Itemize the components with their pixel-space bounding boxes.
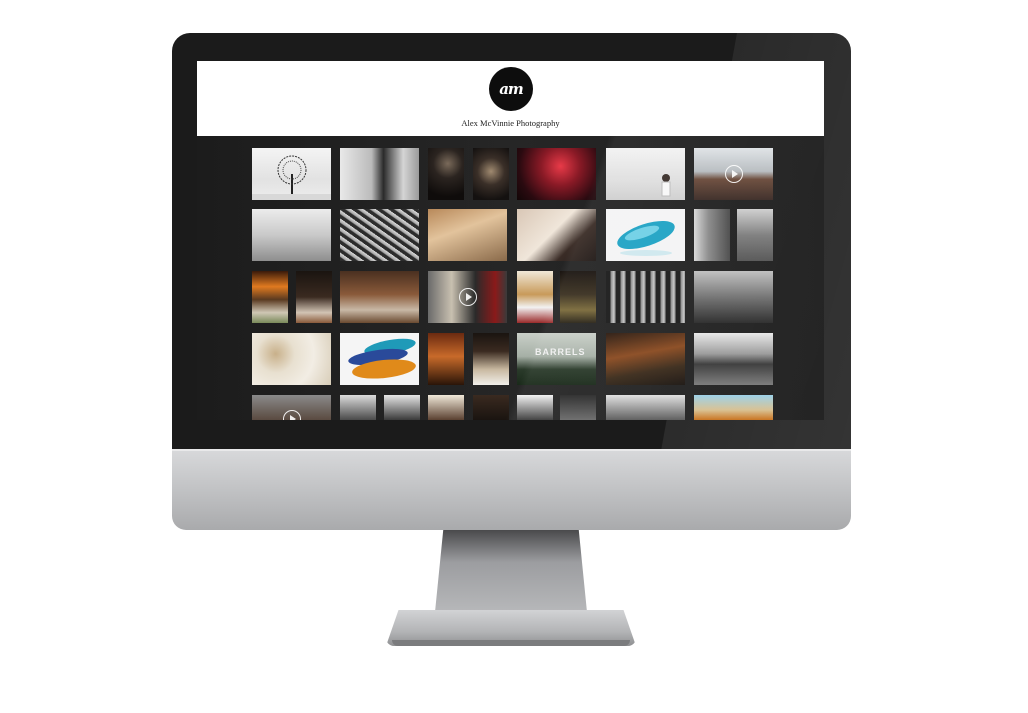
gallery-thumbnail[interactable] bbox=[428, 271, 507, 323]
gallery-thumbnail[interactable]: BARRELS bbox=[517, 333, 596, 385]
gallery-thumbnail[interactable] bbox=[694, 395, 773, 420]
monitor-stand-shadow bbox=[392, 640, 630, 646]
gallery-thumbnail[interactable] bbox=[517, 271, 553, 323]
monitor-stand-neck bbox=[434, 530, 588, 622]
site-header: am Alex McVinnie Photography bbox=[197, 61, 824, 136]
bride-figure bbox=[661, 174, 671, 197]
gallery-thumbnail[interactable] bbox=[340, 395, 376, 420]
gallery-thumbnail[interactable] bbox=[252, 271, 288, 323]
gallery-thumbnail[interactable] bbox=[694, 148, 773, 200]
gallery-thumbnail[interactable] bbox=[252, 395, 331, 420]
gallery-thumbnail[interactable] bbox=[517, 395, 553, 420]
gallery-thumbnail[interactable] bbox=[473, 395, 509, 420]
gallery-thumbnail[interactable] bbox=[694, 209, 730, 261]
gallery-thumbnail[interactable] bbox=[340, 271, 419, 323]
gallery-thumbnail[interactable] bbox=[296, 271, 332, 323]
gallery-thumbnail[interactable] bbox=[340, 333, 419, 385]
gallery-thumbnail[interactable] bbox=[606, 209, 685, 261]
gallery-thumbnail[interactable] bbox=[428, 333, 464, 385]
gallery-thumbnail[interactable] bbox=[560, 395, 596, 420]
gallery-thumbnail[interactable] bbox=[694, 271, 773, 323]
tree-illustration bbox=[252, 155, 331, 200]
gallery-thumbnail[interactable] bbox=[428, 209, 507, 261]
gallery-thumbnail[interactable] bbox=[428, 395, 464, 420]
gallery-thumbnail[interactable] bbox=[606, 333, 685, 385]
gallery-thumbnail[interactable] bbox=[473, 148, 509, 200]
gallery-thumbnail[interactable] bbox=[428, 148, 464, 200]
gallery-thumbnail[interactable] bbox=[606, 271, 685, 323]
colored-glass-bowls bbox=[348, 338, 416, 379]
gallery-thumbnail[interactable] bbox=[252, 148, 331, 200]
gallery-thumbnail[interactable] bbox=[606, 148, 685, 200]
play-icon[interactable] bbox=[724, 165, 743, 183]
site-title[interactable]: Alex McVinnie Photography bbox=[197, 118, 824, 128]
play-icon[interactable] bbox=[282, 410, 301, 420]
gallery-thumbnail[interactable] bbox=[694, 333, 773, 385]
gallery-thumbnail[interactable] bbox=[517, 148, 596, 200]
play-icon[interactable] bbox=[458, 288, 477, 306]
gallery-thumbnail[interactable] bbox=[340, 209, 419, 261]
gallery-thumbnail[interactable] bbox=[252, 209, 331, 261]
gallery-thumbnail[interactable] bbox=[560, 271, 596, 323]
gallery-thumbnail[interactable] bbox=[473, 333, 509, 385]
gallery-thumbnail[interactable] bbox=[340, 148, 419, 200]
gallery-thumbnail[interactable] bbox=[252, 333, 331, 385]
monitor-screen: am Alex McVinnie Photography BARRELS bbox=[197, 61, 824, 420]
site-logo[interactable]: am bbox=[489, 67, 533, 111]
monitor-chin bbox=[172, 451, 851, 530]
gallery-thumbnail[interactable] bbox=[606, 395, 685, 420]
blue-glass-bowl bbox=[617, 221, 675, 256]
forest-overlay-text: BARRELS bbox=[535, 347, 586, 357]
gallery-thumbnail[interactable] bbox=[737, 209, 773, 261]
imac-mockup: am Alex McVinnie Photography BARRELS bbox=[0, 0, 1028, 713]
gallery-thumbnail[interactable] bbox=[517, 209, 596, 261]
photo-gallery: BARRELS bbox=[197, 136, 824, 420]
gallery-thumbnail[interactable] bbox=[384, 395, 420, 420]
